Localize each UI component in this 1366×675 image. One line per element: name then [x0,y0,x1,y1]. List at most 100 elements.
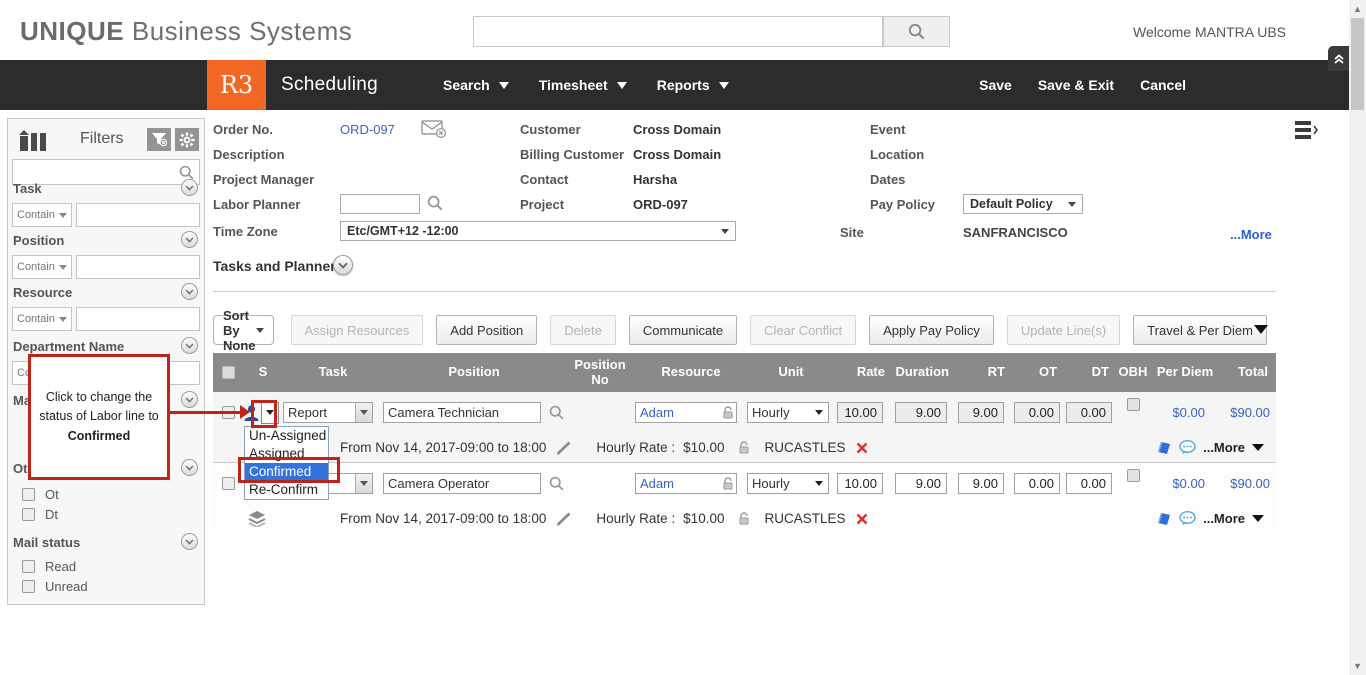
read-checkbox[interactable] [22,560,35,573]
tasks-planners-collapse-icon[interactable] [333,255,353,275]
resource-input[interactable]: Adam [635,402,737,423]
task-operator-select[interactable]: Contain [12,203,72,227]
menu-reports[interactable]: Reports [657,77,729,93]
scroll-up-icon[interactable]: ▲ [1349,1,1366,17]
search-icon[interactable] [426,194,444,212]
per-diem-link[interactable]: $0.00 [1172,476,1205,491]
unlock-icon[interactable] [722,477,734,491]
delete-button[interactable]: Delete [550,315,616,345]
section-collapse-chevron-icon[interactable] [181,231,198,248]
layers-icon[interactable] [248,511,266,527]
cancel-button[interactable]: Cancel [1140,77,1186,93]
section-collapse-chevron-icon[interactable] [181,337,198,354]
order-no-value[interactable]: ORD-097 [340,122,395,137]
rate-input[interactable]: 10.00 [837,473,883,494]
total-value: $90.00 [1230,476,1270,491]
position-filter-input[interactable] [76,255,200,279]
remove-crew-icon[interactable] [856,442,868,454]
vertical-scrollbar[interactable]: ▲ ▼ [1349,0,1366,675]
travel-per-diem-button[interactable]: Travel & Per Diem [1133,315,1267,345]
rt-input[interactable]: 9.00 [958,402,1004,423]
search-icon[interactable] [548,475,565,492]
unlock-icon[interactable] [738,512,750,526]
resource-filter-input[interactable] [76,307,200,331]
time-zone-select[interactable]: Etc/GMT+12 -12:00 [340,221,736,241]
rt-input[interactable]: 9.00 [958,473,1004,494]
add-position-button[interactable]: Add Position [436,315,537,345]
resource-input[interactable]: Adam [635,473,737,494]
save-exit-button[interactable]: Save & Exit [1038,77,1114,93]
edit-pencil-icon[interactable] [556,512,572,526]
edit-pencil-icon[interactable] [556,441,572,455]
obh-checkbox[interactable] [1127,398,1140,411]
communicate-button[interactable]: Communicate [629,315,737,345]
duration-input[interactable]: 9.00 [895,402,947,423]
status-option-reconfirm[interactable]: Re-Confirm [245,481,328,499]
panel-menu-icon[interactable] [1295,120,1319,140]
row-more-link[interactable]: ...More [1203,511,1245,526]
position-operator-select[interactable]: Contain [12,255,72,279]
dt-input[interactable]: 0.00 [1066,402,1112,423]
scrollbar-thumb[interactable] [1351,18,1364,110]
task-filter-input[interactable] [76,203,200,227]
rate-input[interactable]: 10.00 [837,402,883,423]
unit-select[interactable]: Hourly [747,473,829,494]
ot-input[interactable]: 0.00 [1014,473,1060,494]
select-all-checkbox[interactable] [222,366,235,379]
section-collapse-chevron-icon[interactable] [181,459,198,476]
unlock-icon[interactable] [738,441,750,455]
status-option-confirmed[interactable]: Confirmed [245,463,328,481]
ot-input[interactable]: 0.00 [1014,402,1060,423]
section-collapse-chevron-icon[interactable] [181,391,198,408]
ot-checkbox[interactable] [22,488,35,501]
remove-crew-icon[interactable] [856,513,868,525]
more-fields-link[interactable]: ...More [1230,227,1272,242]
obh-checkbox[interactable] [1127,469,1140,482]
pay-policy-select[interactable]: Default Policy [963,194,1083,214]
position-input[interactable]: Camera Technician [383,402,541,423]
dt-input[interactable]: 0.00 [1066,473,1112,494]
position-input[interactable]: Camera Operator [383,473,541,494]
mail-disabled-icon[interactable] [421,119,447,139]
global-search-button[interactable] [883,16,950,47]
comment-icon[interactable] [1179,440,1196,455]
scroll-down-icon[interactable]: ▼ [1349,658,1366,674]
unit-select[interactable]: Hourly [747,402,829,423]
row-more-link[interactable]: ...More [1203,440,1245,455]
clear-filter-button[interactable] [147,128,171,151]
apply-pay-policy-button[interactable]: Apply Pay Policy [869,315,994,345]
labor-planner-input[interactable] [340,194,420,214]
r3-brand-logo[interactable]: R3 [207,60,266,110]
search-icon[interactable] [548,404,565,421]
sort-by-select[interactable]: Sort By None [213,315,274,345]
unlock-icon[interactable] [722,406,734,420]
status-option-unassigned[interactable]: Un-Assigned [245,427,328,445]
resource-operator-select[interactable]: Contain [12,307,72,331]
callout-line2: status of Labor line to [39,407,159,426]
menu-search[interactable]: Search [443,77,509,93]
section-collapse-chevron-icon[interactable] [181,283,198,300]
global-search-input[interactable] [473,16,883,47]
book-icon[interactable] [1156,511,1172,526]
comment-icon[interactable] [1179,511,1196,526]
section-collapse-chevron-icon[interactable] [181,533,198,550]
status-dropdown-button[interactable] [261,402,279,424]
status-option-assigned[interactable]: Assigned [245,445,328,463]
book-icon[interactable] [1156,440,1172,455]
update-lines-button[interactable]: Update Line(s) [1007,315,1120,345]
row-checkbox[interactable] [222,477,235,490]
dt-checkbox[interactable] [22,508,35,521]
clear-conflict-button[interactable]: Clear Conflict [750,315,856,345]
save-button[interactable]: Save [979,77,1012,93]
nav-actions: Save Save & Exit Cancel [979,60,1186,110]
duration-input[interactable]: 9.00 [895,473,947,494]
toolbar-more-caret-icon[interactable] [1254,325,1268,334]
section-collapse-chevron-icon[interactable] [181,179,198,196]
collapse-header-button[interactable] [1328,46,1349,71]
filter-settings-button[interactable] [175,128,199,151]
assign-resources-button[interactable]: Assign Resources [291,315,424,345]
task-select[interactable]: Report [283,402,373,423]
unread-checkbox[interactable] [22,580,35,593]
menu-timesheet[interactable]: Timesheet [539,77,627,93]
per-diem-link[interactable]: $0.00 [1172,405,1205,420]
